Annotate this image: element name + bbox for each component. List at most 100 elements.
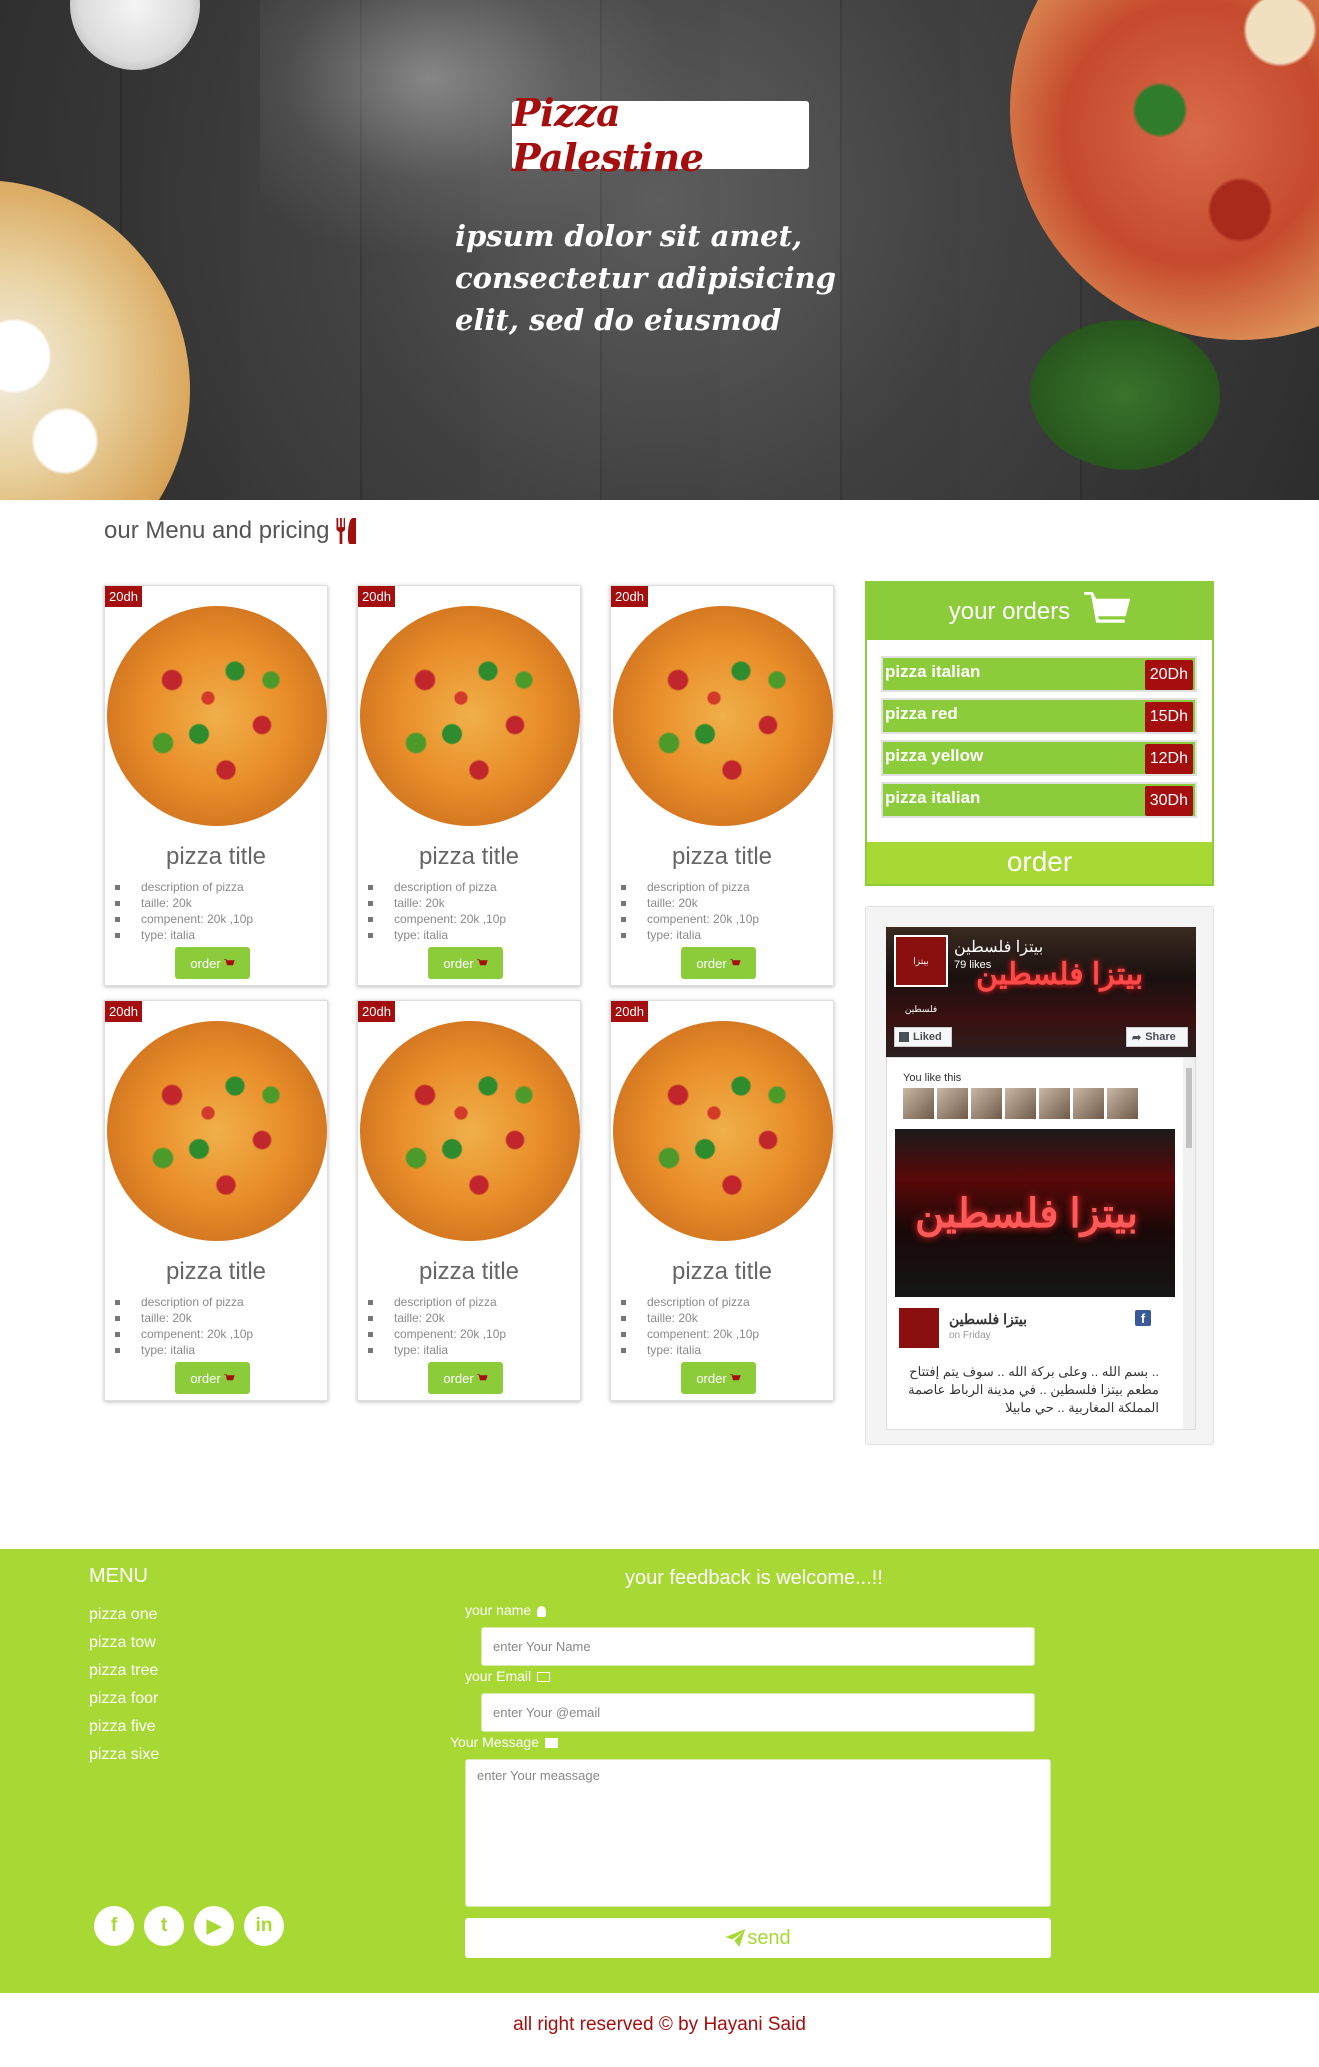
share-arrow-icon: ➦ — [1132, 1031, 1142, 1044]
post-image[interactable]: بيتزا فلسطين — [895, 1129, 1175, 1297]
site-title-box: Pizza Palestine — [512, 90, 809, 180]
price-tag: 20dh — [358, 586, 395, 607]
price-tag: 20dh — [105, 586, 142, 607]
paper-plane-icon — [725, 1929, 746, 1947]
twitter-icon[interactable]: t — [144, 1906, 184, 1946]
facebook-icon[interactable]: f — [94, 1906, 134, 1946]
footer-menu-item[interactable]: pizza tree — [89, 1657, 159, 1685]
pizza-description: description of pizza — [114, 879, 253, 895]
pizza-size: taille: 20k — [114, 1310, 253, 1326]
place-order-button[interactable]: order — [867, 842, 1212, 884]
footer-menu-item[interactable]: pizza foor — [89, 1685, 159, 1713]
order-item[interactable]: pizza red 15Dh — [881, 698, 1197, 734]
pizza-components: compenent: 20k ,10p — [367, 1327, 507, 1341]
avatar[interactable] — [1005, 1088, 1036, 1119]
footer-menu-item[interactable]: pizza sixe — [89, 1741, 159, 1769]
order-item-price: 15Dh — [1144, 702, 1193, 732]
order-button[interactable]: order — [428, 1362, 503, 1394]
post-author[interactable]: بيتزا فلسطين — [949, 1311, 1027, 1328]
order-item[interactable]: pizza italian 20Dh — [881, 656, 1197, 692]
avatar[interactable] — [1073, 1088, 1104, 1119]
pizza-size: taille: 20k — [114, 895, 253, 911]
orders-title: your orders — [948, 597, 1071, 625]
footer-menu-item[interactable]: pizza five — [89, 1713, 159, 1741]
cart-icon — [476, 1373, 488, 1381]
order-button[interactable]: order — [681, 947, 756, 979]
order-item[interactable]: pizza italian 30Dh — [881, 782, 1197, 818]
order-item-name: pizza italian — [885, 662, 981, 681]
pizza-size: taille: 20k — [367, 1310, 506, 1326]
site-title: Pizza Palestine — [512, 90, 704, 180]
avatar[interactable] — [937, 1088, 968, 1119]
email-label-text: your Email — [465, 1668, 532, 1684]
send-button[interactable]: send — [465, 1918, 1051, 1958]
post-date[interactable]: on Friday — [949, 1330, 991, 1341]
hero-banner: Pizza Palestine ipsum dolor sit amet, co… — [0, 0, 1319, 500]
avatar[interactable] — [1107, 1088, 1138, 1119]
pizza-components: compenent: 20k ,10p — [114, 1327, 254, 1341]
pizza-title: pizza title — [671, 843, 773, 870]
facebook-feed[interactable]: You like this بيتزا فلسطين بيتزا فلسطين … — [886, 1057, 1196, 1430]
message-label-text: Your Message — [450, 1734, 539, 1750]
avatar[interactable] — [1039, 1088, 1070, 1119]
page: Pizza Palestine ipsum dolor sit amet, co… — [0, 0, 1319, 2067]
pizza-components: compenent: 20k ,10p — [367, 912, 507, 926]
linkedin-icon[interactable]: in — [244, 1906, 284, 1946]
post-text: .. بسم الله .. وعلى بركة الله .. سوف يتم… — [908, 1364, 1159, 1415]
pizza-card: 20dh pizza title description of pizza ta… — [610, 585, 834, 986]
pizza-components: compenent: 20k ,10p — [620, 912, 760, 926]
youtube-icon[interactable]: ▶ — [194, 1906, 234, 1946]
avatar[interactable] — [971, 1088, 1002, 1119]
orders-panel: your orders pizza italian 20Dh pizza red… — [865, 581, 1214, 886]
footer-menu-title: MENU — [89, 1565, 148, 1587]
pizza-card: 20dh pizza title description of pizza ta… — [104, 585, 328, 986]
pizza-description: description of pizza — [620, 879, 759, 895]
pizza-title: pizza title — [165, 1258, 267, 1285]
menu-heading: our Menu and pricing — [104, 517, 357, 545]
cart-icon — [476, 958, 488, 966]
cart-icon — [223, 1373, 235, 1381]
page-name[interactable]: بيتزا فلسطين — [954, 937, 1043, 957]
order-item[interactable]: pizza yellow 12Dh — [881, 740, 1197, 776]
facebook-cover[interactable]: بيتزا فلسطين بيتزا فلسطين بيتزا فلسطين 7… — [886, 927, 1196, 1057]
order-button-label: order — [696, 1370, 727, 1386]
page-likes: 79 likes — [954, 959, 992, 971]
footer-menu-item[interactable]: pizza tow — [89, 1629, 159, 1657]
pizza-card: 20dh pizza title description of pizza ta… — [357, 585, 581, 986]
share-button[interactable]: ➦ Share — [1126, 1027, 1188, 1047]
order-button-label: order — [443, 1370, 474, 1386]
envelope-outline-icon — [537, 1672, 551, 1683]
order-button[interactable]: order — [175, 947, 250, 979]
post-avatar[interactable] — [899, 1308, 939, 1348]
pizza-image — [360, 606, 580, 826]
pizza-title: pizza title — [418, 843, 520, 870]
pizza-description: description of pizza — [114, 1294, 253, 1310]
order-button[interactable]: order — [428, 947, 503, 979]
liked-label: Liked — [913, 1031, 942, 1043]
order-item-name: pizza red — [885, 704, 958, 723]
fork-knife-icon — [335, 518, 357, 544]
liked-button[interactable]: Liked — [894, 1027, 952, 1047]
pizza-details: description of pizza taille: 20k compene… — [114, 879, 253, 943]
email-input[interactable]: enter Your @email — [481, 1693, 1035, 1732]
footer-menu-item[interactable]: pizza one — [89, 1601, 159, 1629]
avatar[interactable] — [903, 1088, 934, 1119]
post-neon-sign: بيتزا فلسطين — [915, 1192, 1138, 1236]
order-button-label: order — [190, 1370, 221, 1386]
name-input[interactable]: enter Your Name — [481, 1627, 1035, 1666]
order-button-label: order — [443, 955, 474, 971]
social-links: f t ▶ in — [94, 1906, 284, 1946]
feed-scrollbar[interactable] — [1183, 1058, 1195, 1429]
pizza-title: pizza title — [418, 1258, 520, 1285]
pizza-type: type: italia — [620, 927, 759, 943]
page-logo[interactable]: بيتزا فلسطين — [894, 935, 948, 1014]
facebook-icon: f — [1135, 1310, 1151, 1326]
pizza-size: taille: 20k — [620, 895, 759, 911]
message-textarea[interactable]: enter Your meassage — [465, 1759, 1051, 1907]
order-button[interactable]: order — [175, 1362, 250, 1394]
order-item-price: 20Dh — [1144, 660, 1193, 690]
shopping-cart-icon — [1084, 591, 1131, 623]
order-button[interactable]: order — [681, 1362, 756, 1394]
pizza-details: description of pizza taille: 20k compene… — [367, 879, 507, 943]
price-tag: 20dh — [611, 586, 648, 607]
